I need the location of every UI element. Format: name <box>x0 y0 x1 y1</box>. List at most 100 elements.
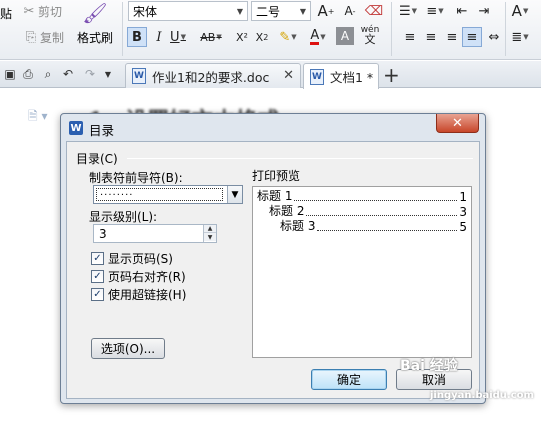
char-shading-button[interactable]: A <box>336 27 354 45</box>
styles-button[interactable]: A ▼ <box>510 1 530 21</box>
tab-document1[interactable]: W 文档1 * <box>303 63 379 89</box>
copy-icon: ⎘ <box>25 29 37 45</box>
numbered-list-button[interactable]: ≡ ▼ <box>425 1 445 21</box>
tab-homework-doc[interactable]: W 作业1和2的要求.doc ✕ <box>125 63 301 88</box>
subscript-button[interactable]: X2 <box>252 27 272 47</box>
document-icon: W <box>310 68 324 85</box>
superscript-button[interactable]: X² <box>232 27 252 47</box>
font-size-value: 二号 <box>256 4 281 19</box>
italic-button[interactable]: I <box>149 27 169 47</box>
shrink-font-icon: A <box>344 4 353 18</box>
shrink-font-button[interactable]: A- <box>340 1 360 21</box>
underline-button[interactable]: U ▼ <box>168 27 188 47</box>
font-name-value: 宋体 <box>133 4 158 19</box>
distributed-align-button[interactable]: ⇔ <box>484 27 504 47</box>
font-color-button[interactable]: A ▼ <box>308 27 328 47</box>
show-page-numbers-checkbox[interactable]: ✓ 显示页码(S) <box>91 250 173 267</box>
align-left-button[interactable]: ≡ <box>400 27 420 47</box>
highlighter-icon: ✎ <box>279 29 291 45</box>
copy-button[interactable]: ⎘ 复制 <box>22 28 64 46</box>
grow-font-icon: A <box>317 2 328 20</box>
scissors-icon: ✂ <box>23 3 35 19</box>
outdent-icon: ⇤ <box>456 3 468 19</box>
paragraph-marker-icon: 🗎 ▾ <box>28 109 48 123</box>
right-align-checkbox[interactable]: ✓ 页码右对齐(R) <box>91 268 186 285</box>
use-hyperlinks-label: 使用超链接(H) <box>108 288 187 302</box>
chevron-down-icon: ▼ <box>523 33 529 41</box>
font-name-combo[interactable]: 宋体 ▼ <box>128 1 248 21</box>
strikethrough-icon: AB <box>200 30 216 44</box>
print-preview-icon[interactable]: ⌕ <box>40 66 56 82</box>
toc-page-number: 5 <box>459 220 467 234</box>
bullet-list-icon: ☰ <box>398 3 411 19</box>
leader-select[interactable]: ........ ▼ <box>93 185 243 204</box>
chevron-down-icon: ▼ <box>216 33 222 41</box>
bold-icon: B <box>132 29 142 45</box>
chevron-down-icon: ▼ <box>438 7 444 15</box>
undo-icon[interactable]: ↶ <box>60 66 76 82</box>
phonetic-guide-button[interactable]: wén 文 <box>360 25 380 46</box>
chevron-down-icon[interactable]: ▼ <box>227 186 242 203</box>
ribbon-separator <box>505 2 506 56</box>
watermark-logo: Bai 经验 <box>400 358 458 374</box>
chevron-down-icon: ▼ <box>299 6 307 16</box>
format-painter-button[interactable]: 🖌 格式刷 <box>77 0 113 46</box>
new-tab-button[interactable]: + <box>383 63 400 87</box>
paste-label: 贴 <box>0 7 13 21</box>
toc-leader-dots <box>294 200 458 201</box>
line-spacing-button[interactable]: ≣ ▼ <box>510 27 530 47</box>
subscript-digit: 2 <box>263 32 269 42</box>
decrease-indent-button[interactable]: ⇤ <box>452 1 472 21</box>
document-tab-bar: ▣ ⎙ ⌕ ↶ ↷ ▼ W 作业1和2的要求.doc ✕ W 文档1 * + <box>0 61 541 89</box>
copy-label: 复制 <box>40 30 65 45</box>
options-button[interactable]: 选项(O)... <box>91 338 165 359</box>
cut-button[interactable]: ✂ 剪切 <box>20 2 62 20</box>
toc-leader-dots <box>306 215 458 216</box>
levels-value: 3 <box>99 227 107 241</box>
strikethrough-button[interactable]: AB ▼ <box>196 27 226 47</box>
document-icon: W <box>132 68 146 84</box>
show-page-numbers-label: 显示页码(S) <box>108 252 173 266</box>
stepper-down-icon[interactable]: ▼ <box>204 233 216 241</box>
font-size-combo[interactable]: 二号 ▼ <box>251 1 311 21</box>
use-hyperlinks-checkbox[interactable]: ✓ 使用超链接(H) <box>91 286 186 303</box>
bullet-list-button[interactable]: ☰ ▼ <box>398 1 418 21</box>
dialog-close-button[interactable]: ✕ <box>436 114 479 133</box>
toc-entry-text: 标题 3 <box>280 219 316 233</box>
underline-icon: U <box>170 29 180 45</box>
checkmark-icon: ✓ <box>91 288 104 301</box>
tab-label: 作业1和2的要求.doc <box>152 69 270 85</box>
close-icon[interactable]: ✕ <box>283 68 294 83</box>
redo-icon[interactable]: ↷ <box>82 66 98 82</box>
stepper-up-icon[interactable]: ▲ <box>204 225 216 233</box>
highlight-button[interactable]: ✎ ▼ <box>278 27 298 47</box>
grow-font-button[interactable]: A + <box>316 1 336 21</box>
format-painter-label: 格式刷 <box>77 31 114 45</box>
chevron-down-icon: ▼ <box>320 33 326 41</box>
numbered-list-icon: ≡ <box>426 3 438 19</box>
align-right-button[interactable]: ≡ <box>442 27 462 47</box>
increase-indent-button[interactable]: ⇥ <box>474 1 494 21</box>
justify-icon: ≡ <box>466 29 478 45</box>
clear-format-button[interactable]: ⌫ <box>364 1 384 21</box>
align-center-button[interactable]: ≡ <box>421 27 441 47</box>
cut-label: 剪切 <box>38 4 63 19</box>
paste-button[interactable]: 贴 <box>0 5 12 22</box>
ok-button[interactable]: 确定 <box>311 369 387 390</box>
close-icon: ✕ <box>452 115 463 131</box>
chevron-down-icon[interactable]: ▼ <box>100 66 116 82</box>
right-align-label: 页码右对齐(R) <box>108 270 186 284</box>
levels-stepper[interactable]: 3 ▲ ▼ <box>93 224 217 243</box>
preview-label: 打印预览 <box>252 169 301 183</box>
toc-preview-line: 标题 3 5 <box>280 219 467 234</box>
bold-button[interactable]: B <box>127 27 147 47</box>
tab-label: 文档1 * <box>330 70 374 85</box>
save-icon[interactable]: ▣ <box>2 66 18 82</box>
phonetic-char: 文 <box>364 33 376 46</box>
dialog-title: 目录 <box>89 123 115 138</box>
justify-button[interactable]: ≡ <box>462 27 482 47</box>
dialog-title-bar[interactable]: W 目录 ✕ <box>61 114 485 141</box>
print-icon[interactable]: ⎙ <box>20 66 36 82</box>
font-color-icon: A <box>310 28 320 45</box>
subscript-icon: X <box>255 30 264 44</box>
